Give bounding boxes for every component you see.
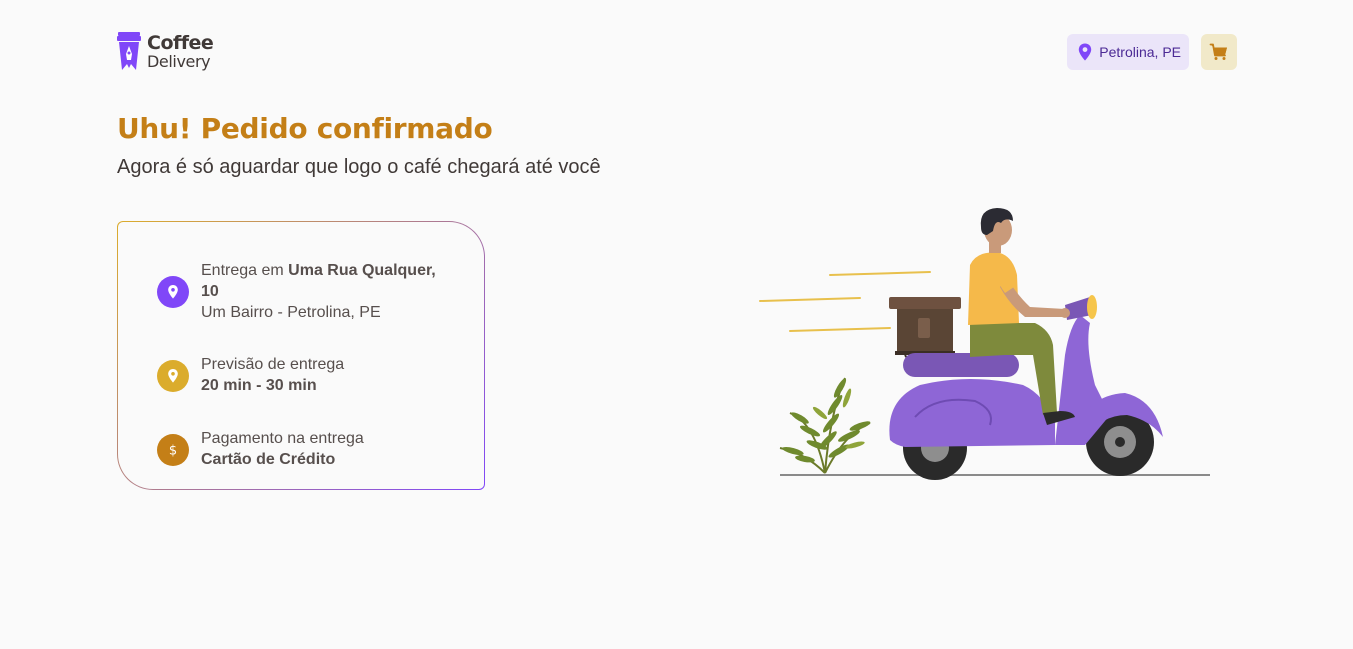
order-info-card: Entrega em Uma Rua Qualquer, 10 Um Bairr… [117,221,485,490]
delivery-address-row: Entrega em Uma Rua Qualquer, 10 Um Bairr… [157,261,445,323]
shopping-cart-icon [1209,43,1227,60]
location-button[interactable]: Petrolina, PE [1067,34,1189,70]
logo-line2: Delivery [147,52,211,71]
order-info-content: Entrega em Uma Rua Qualquer, 10 Um Bairr… [118,222,484,489]
timer-icon [157,360,189,393]
payment-row: $ Pagamento na entrega Cartão de Crédito [157,429,445,471]
page-title: Uhu! Pedido confirmado [117,112,493,145]
delivery-address-text: Entrega em Uma Rua Qualquer, 10 Um Bairr… [201,261,445,323]
plant [779,377,871,474]
delivery-estimate-text: Previsão de entrega 20 min - 30 min [201,355,344,397]
currency-dollar-icon: $ [157,433,189,466]
header: Coffee Delivery Petrolina, PE [117,31,1237,73]
payment-text: Pagamento na entrega Cartão de Crédito [201,429,364,471]
coffee-cup-rocket-icon [117,32,141,70]
payment-value: Cartão de Crédito [201,450,336,468]
payment-label: Pagamento na entrega [201,429,364,447]
header-actions: Petrolina, PE [1067,34,1237,70]
estimate-label: Previsão de entrega [201,356,345,374]
estimate-value: 20 min - 30 min [201,377,317,395]
logo[interactable]: Coffee Delivery [117,32,214,72]
map-pin-icon [1079,43,1092,61]
cart-button[interactable] [1201,34,1237,70]
delivery-prefix: Entrega em [201,262,289,279]
page-subtitle: Agora é só aguardar que logo o café cheg… [117,156,601,178]
map-pin-icon [157,276,189,309]
delivery-scooter-illustration [759,208,1210,480]
svg-text:$: $ [169,443,177,458]
delivery-district: Um Bairro - Petrolina, PE [201,303,381,321]
logo-line1: Coffee [147,32,214,54]
delivery-estimate-row: Previsão de entrega 20 min - 30 min [157,355,445,397]
location-label: Petrolina, PE [1099,44,1181,60]
logo-text: Coffee Delivery [147,32,214,71]
